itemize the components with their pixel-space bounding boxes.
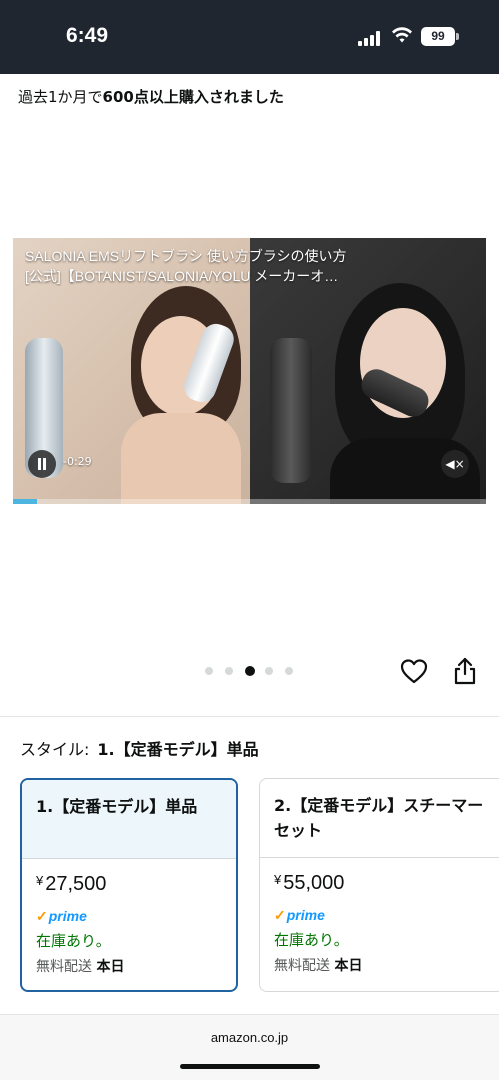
option-title: 2.【定番モデル】スチーマーセット — [274, 796, 484, 840]
option-price: ¥27,500 — [36, 873, 106, 896]
home-indicator[interactable] — [180, 1064, 320, 1069]
browser-bottom-bar — [0, 1014, 499, 1080]
share-icon[interactable] — [451, 656, 479, 686]
option-stock-status: 在庫あり。 — [36, 932, 111, 950]
mute-icon[interactable]: ◀× — [441, 450, 469, 478]
model-shoulder — [121, 413, 241, 504]
video-title-line2: [公式]【BOTANIST/SALONIA/YOLU メーカーオ… — [25, 268, 339, 284]
pause-icon[interactable] — [28, 450, 56, 478]
prime-label: prime — [286, 907, 325, 923]
prime-label: prime — [48, 908, 87, 924]
option-price-value: 55,000 — [283, 872, 345, 894]
shipping-label: 無料配送 — [36, 959, 92, 975]
video-title-line1: SALONIA EMSリフトブラシ 使い方ブラシの使い方 — [25, 248, 347, 264]
black-brush-device — [270, 338, 312, 483]
shipping-label: 無料配送 — [274, 958, 330, 974]
style-option-card-2[interactable]: 2.【定番モデル】スチーマーセット ¥55,000 ✓prime 在庫あり。 無… — [259, 778, 499, 992]
shipping-when: 本日 — [334, 958, 363, 974]
signal-icon — [358, 30, 382, 46]
option-shipping: 無料配送 本日 — [36, 956, 124, 976]
style-selected-value: 1.【定番モデル】単品 — [97, 740, 259, 759]
purchase-prefix: 過去1か月で — [18, 88, 103, 106]
carousel-dot[interactable] — [205, 667, 213, 675]
option-price-value: 27,500 — [45, 873, 107, 895]
prime-check-icon: ✓ — [36, 908, 48, 924]
carousel-dot[interactable] — [265, 667, 273, 675]
prime-check-icon: ✓ — [274, 907, 286, 923]
battery-tip — [456, 33, 459, 40]
heart-icon[interactable] — [400, 658, 428, 686]
currency-symbol: ¥ — [36, 873, 44, 888]
currency-symbol: ¥ — [274, 872, 282, 887]
video-progress-track[interactable] — [13, 499, 486, 504]
style-option-card-1[interactable]: 1.【定番モデル】単品 ¥27,500 ✓prime 在庫あり。 無料配送 本日 — [20, 778, 238, 992]
product-video[interactable]: SALONIA EMSリフトブラシ 使い方ブラシの使い方 [公式]【BOTANI… — [13, 238, 486, 504]
shipping-when: 本日 — [96, 959, 125, 975]
status-time: 6:49 — [66, 24, 109, 47]
option-stock-status: 在庫あり。 — [274, 931, 349, 949]
prime-badge: ✓prime — [274, 907, 325, 924]
option-title: 1.【定番モデル】単品 — [22, 780, 236, 858]
video-title: SALONIA EMSリフトブラシ 使い方ブラシの使い方 [公式]【BOTANI… — [25, 246, 475, 286]
section-divider — [0, 716, 499, 717]
option-card-separator — [260, 857, 499, 858]
option-card-separator — [22, 858, 236, 859]
carousel-dot-active[interactable] — [245, 666, 255, 676]
browser-domain[interactable]: amazon.co.jp — [0, 1030, 499, 1045]
option-price: ¥55,000 — [274, 872, 344, 895]
video-time-remaining: -0:29 — [63, 455, 92, 468]
purchase-highlight: 600点以上購入されました — [102, 88, 284, 106]
prime-badge: ✓prime — [36, 908, 87, 925]
status-bar: 6:49 99 — [0, 0, 499, 74]
video-progress-fill — [13, 499, 37, 504]
battery-icon: 99 — [421, 27, 455, 46]
option-shipping: 無料配送 本日 — [274, 955, 362, 975]
style-selector-label: スタイル: 1.【定番モデル】単品 — [20, 736, 259, 760]
purchase-count-text: 過去1か月で600点以上購入されました — [18, 86, 284, 107]
carousel-dot[interactable] — [225, 667, 233, 675]
carousel-dot[interactable] — [285, 667, 293, 675]
style-label: スタイル: — [20, 740, 90, 759]
wifi-icon — [392, 27, 412, 43]
